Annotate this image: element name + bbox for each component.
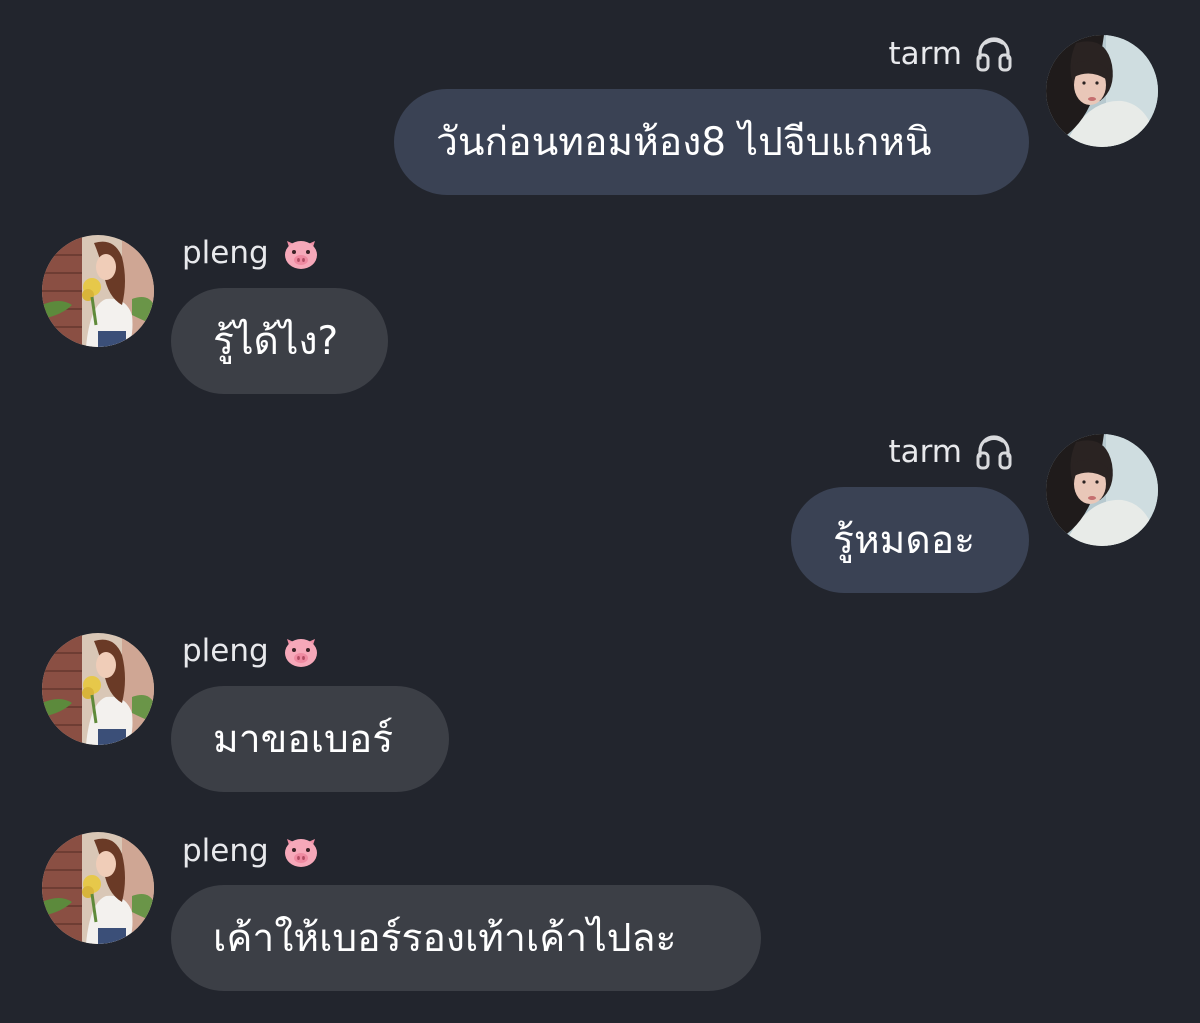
sender-name-row: pleng xyxy=(182,831,482,871)
message-text: รู้ได้ไง? xyxy=(213,319,339,364)
sender-name-row: tarm xyxy=(760,34,1014,74)
pig-face-icon xyxy=(281,831,321,871)
message-text: รู้หมดอะ xyxy=(833,518,976,563)
headphones-icon xyxy=(974,34,1014,74)
message-bubble[interactable]: มาขอเบอร์ xyxy=(171,686,449,792)
avatar[interactable] xyxy=(42,235,154,347)
headphones-icon xyxy=(974,432,1014,472)
message-bubble[interactable]: รู้หมดอะ xyxy=(791,487,1029,593)
sender-name: pleng xyxy=(182,633,269,669)
sender-name-row: tarm xyxy=(760,432,1014,472)
avatar[interactable] xyxy=(1046,434,1158,546)
message-bubble[interactable]: วันก่อนทอมห้อง8 ไปจีบแกหนิ xyxy=(394,89,1029,195)
pig-face-icon xyxy=(281,233,321,273)
sender-name: tarm xyxy=(888,36,962,72)
avatar[interactable] xyxy=(42,832,154,944)
message-bubble[interactable]: รู้ได้ไง? xyxy=(171,288,388,394)
sender-name-row: pleng xyxy=(182,233,482,273)
chat-thread: tarm วันก่อนทอมห้อง8 ไปจีบแกหนิ pleng รู… xyxy=(0,0,1200,1023)
message-text: มาขอเบอร์ xyxy=(213,717,394,762)
sender-name: tarm xyxy=(888,434,962,470)
pig-face-icon xyxy=(281,631,321,671)
avatar[interactable] xyxy=(1046,35,1158,147)
message-text: เค้าให้เบอร์รองเท้าเค้าไปละ xyxy=(213,916,677,961)
message-text: วันก่อนทอมห้อง8 ไปจีบแกหนิ xyxy=(436,120,932,165)
sender-name: pleng xyxy=(182,833,269,869)
avatar[interactable] xyxy=(42,633,154,745)
message-bubble[interactable]: เค้าให้เบอร์รองเท้าเค้าไปละ xyxy=(171,885,761,991)
sender-name-row: pleng xyxy=(182,631,482,671)
sender-name: pleng xyxy=(182,235,269,271)
